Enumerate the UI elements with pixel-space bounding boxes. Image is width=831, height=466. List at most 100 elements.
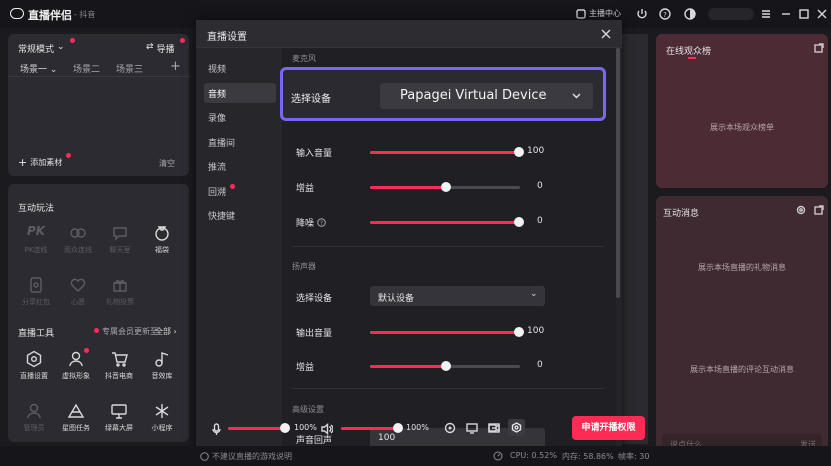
nav-recording[interactable]: 录像 (204, 107, 276, 127)
speaker-gain-label: 增益 (296, 363, 315, 373)
tool-chatroom[interactable]: 聊天室 (100, 224, 140, 255)
mic-section-title: 麦克风 (292, 54, 316, 63)
cpu-usage: CPU: 0.52% (510, 451, 557, 460)
host-center-icon (576, 8, 586, 19)
notice-dot (70, 38, 75, 43)
slider-knob[interactable] (280, 423, 290, 433)
tool-pk[interactable]: PK PK连线 (16, 224, 56, 255)
dialog-title: 直播设置 (207, 32, 247, 43)
mic-device-select[interactable]: Papagei Virtual Device (380, 83, 593, 109)
tool-mini-program[interactable]: 小程序 (142, 402, 182, 433)
tool-sound-effects[interactable]: 音效库 (142, 350, 182, 381)
microphone-icon[interactable] (212, 423, 221, 435)
speaker-gain-value: 0 (537, 360, 543, 370)
tool-wish[interactable]: 心愿 (58, 276, 98, 307)
theme-icon[interactable] (684, 8, 696, 20)
camera-icon[interactable] (488, 422, 500, 434)
speaker-gain-slider[interactable] (370, 361, 520, 371)
slider-knob[interactable] (514, 327, 524, 337)
speaker-device-value: 默认设备 (378, 294, 415, 304)
maximize-icon[interactable] (798, 8, 810, 20)
slider-knob[interactable] (514, 217, 524, 227)
info-icon[interactable]: ? (317, 218, 326, 227)
tool-label: 绿幕大屏 (105, 424, 133, 432)
tool-audience-link[interactable]: 观众连线 (58, 224, 98, 255)
tool-ecommerce[interactable]: 抖音电商 (99, 350, 139, 381)
apply-live-permission-button[interactable]: 申请开播权限 (572, 416, 645, 440)
gain-slider[interactable] (370, 182, 520, 192)
menu-icon[interactable] (760, 8, 772, 20)
tool-gift-vote[interactable]: 礼物投票 (100, 276, 140, 307)
nav-live-room[interactable]: 直播间 (204, 132, 276, 152)
app-logo-icon (10, 8, 24, 19)
popout-icon[interactable] (814, 43, 824, 53)
slider-fill (370, 151, 520, 154)
output-volume-slider[interactable] (370, 327, 524, 337)
nav-replay[interactable]: 回溯 (204, 181, 276, 201)
record-icon[interactable] (444, 422, 456, 434)
nav-audio[interactable]: 音频 (204, 83, 276, 103)
speaker-volume-slider[interactable] (341, 423, 403, 433)
slider-knob[interactable] (441, 182, 451, 192)
noise-slider[interactable] (370, 217, 524, 227)
slider-knob[interactable] (514, 147, 524, 157)
minimize-icon[interactable] (780, 8, 792, 20)
game-notice-link[interactable]: 不建议直播的游戏说明 (200, 451, 292, 462)
speaker-device-select[interactable]: 默认设备 ⌄ (370, 286, 545, 306)
scene-tab-3[interactable]: 场景三 (116, 62, 143, 75)
mic-volume-slider[interactable] (228, 423, 290, 433)
import-button[interactable]: ⇄ 导播 (146, 42, 175, 55)
tool-label: 礼物投票 (106, 298, 134, 306)
power-icon[interactable] (636, 8, 648, 20)
popout-icon[interactable] (814, 205, 824, 215)
help-icon[interactable]: ? (659, 8, 671, 20)
noise-value: 0 (537, 216, 543, 226)
tool-live-settings[interactable]: 直播设置 (14, 350, 54, 381)
close-icon[interactable] (816, 8, 828, 20)
dialog-close-icon[interactable] (601, 29, 611, 39)
slider-knob[interactable] (441, 361, 451, 371)
tool-label: 管理员 (23, 424, 45, 432)
tool-label: 直播设置 (20, 372, 48, 380)
input-volume-slider[interactable] (370, 147, 524, 157)
tool-star-tasks[interactable]: 星图任务 (56, 402, 96, 433)
tool-admin[interactable]: 管理员 (14, 402, 54, 433)
cast-icon[interactable] (466, 422, 478, 434)
tool-label: 心愿 (71, 298, 85, 306)
tool-share-red-packet[interactable]: 分享红包 (16, 276, 56, 307)
slider-knob[interactable] (393, 423, 403, 433)
slider-fill (370, 186, 445, 189)
add-material-button[interactable]: + 添加素材 (18, 156, 62, 169)
interactive-title: 互动玩法 (18, 204, 55, 214)
dialog-header: 直播设置 (196, 20, 622, 48)
add-scene-icon[interactable]: + (170, 59, 181, 74)
nav-shortcuts[interactable]: 快捷键 (204, 205, 276, 225)
mode-dropdown[interactable]: 常规模式 ⌄ (18, 42, 65, 55)
host-center-button[interactable]: 主播中心 (576, 8, 621, 19)
nav-video[interactable]: 视频 (204, 58, 276, 78)
star-tasks-icon (67, 403, 85, 418)
scene-tab-2[interactable]: 场景二 (73, 62, 100, 75)
tool-label: 星图任务 (62, 424, 90, 432)
clear-button[interactable]: 清空 (159, 158, 175, 169)
host-center-label: 主播中心 (589, 9, 621, 18)
settings-button[interactable] (508, 419, 525, 436)
slider-fill (370, 365, 445, 368)
import-label: 导播 (156, 45, 175, 55)
scene-tab-1[interactable]: 场景一 ⌄ (20, 62, 57, 75)
nav-stream[interactable]: 推流 (204, 156, 276, 176)
scrollbar[interactable] (616, 48, 620, 298)
tool-avatar[interactable]: 虚拟形象 (56, 350, 96, 381)
tool-label: 聊天室 (109, 246, 131, 254)
tool-green-screen[interactable]: 绿幕大屏 (99, 402, 139, 433)
all-tools-link[interactable]: 全部 › (155, 326, 177, 337)
speaker-icon[interactable] (321, 423, 333, 435)
output-volume-label: 输出音量 (296, 329, 333, 339)
interactive-panel: 互动玩法 PK PK连线 观众连线 聊天室 福袋 分享红包 心愿 礼物投票 直播… (8, 184, 189, 442)
user-avatar[interactable] (708, 8, 754, 20)
tool-label: 小程序 (151, 424, 173, 432)
scene-tab-label: 场景一 (20, 65, 48, 75)
settings-icon[interactable] (796, 205, 806, 215)
output-volume-value: 100 (527, 326, 545, 336)
tool-lucky-bag[interactable]: 福袋 (142, 224, 182, 255)
